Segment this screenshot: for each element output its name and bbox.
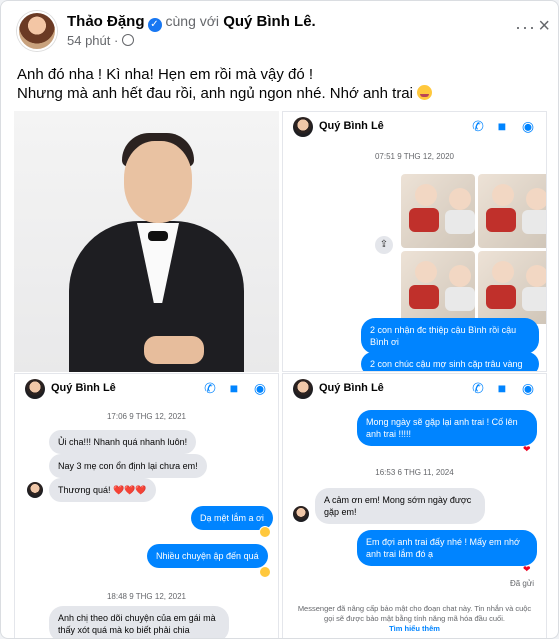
chat-screenshot-3[interactable]: Quý Bình Lê ✆ ■ ◉ Mong ngày sẽ gặp lại a… [282,373,547,638]
close-icon[interactable]: × [538,15,550,38]
post-line-2: Nhưng mà anh hết đau rồi, anh ngủ ngon n… [17,85,413,102]
post-header: Thảo Đặng ✓ cùng với Quý Bình Lê. 54 phút … [17,11,550,55]
messenger-icon: ◉ [521,118,535,134]
face-shape [124,141,192,223]
reaction-icon [259,526,271,538]
contact-avatar [293,379,313,399]
post-text: Anh đó nha ! Kì nha! Hẹn em rồi mà vậy đ… [17,65,537,103]
heart-reaction-icon: ❤ [523,564,531,574]
portrait-photo[interactable] [14,111,279,372]
with-text: cùng với [165,13,220,29]
message-in: A cảm ơn em! Mong sớm ngày được gặp em! [315,488,485,524]
phone-icon: ✆ [204,380,216,396]
message-out: Mong ngày sẽ gặp lại anh trai ! Cố lên a… [357,410,537,446]
hand-shape [144,336,204,364]
messenger-icon: ◉ [253,380,267,396]
heart-reaction-icon: ❤ [523,444,531,454]
video-icon: ■ [229,380,239,396]
chat-header-2: Quý Bình Lê ✆ ■ ◉ [15,374,278,402]
message-in: Thương quá! ❤️❤️❤️ [49,478,156,502]
timestamp: 07:51 9 THG 12, 2020 [374,152,455,161]
bowtie-shape [148,231,168,241]
phone-icon: ✆ [472,380,484,396]
author-avatar[interactable] [17,11,57,51]
crying-face-icon [417,85,433,100]
message-out: 2 con chúc cậu mợ sinh cặp trâu vàng [361,352,539,371]
chat-screenshot-2[interactable]: Quý Bình Lê ✆ ■ ◉ 17:06 9 THG 12, 2021 Ủ… [14,373,279,638]
message-out: 2 con nhận đc thiệp cậu Bình rồi cậu Bìn… [361,318,539,354]
contact-name: Quý Bình Lê [319,382,384,394]
timestamp: 17:06 9 THG 12, 2021 [106,412,187,421]
chat-header-3: Quý Bình Lê ✆ ■ ◉ [283,374,546,402]
video-icon: ■ [497,380,507,396]
timestamp: 16:53 6 THG 11, 2024 [375,468,454,477]
timestamp: 18:48 9 THG 12, 2021 [106,592,187,601]
message-out: Em đợi anh trai đấy nhé ! Mấy em nhớ anh… [357,530,537,566]
author-name[interactable]: Thảo Đặng [67,13,145,30]
post-line-1: Anh đó nha ! Kì nha! Hẹn em rồi mà vậy đ… [17,66,314,83]
message-in: Anh chị theo dõi chuyện của em gái mà th… [49,606,229,638]
learn-more-link[interactable]: Tìm hiểu thêm [389,624,440,633]
contact-avatar [293,117,313,137]
notice-text: Messenger đã nâng cấp bảo mật cho đoạn c… [297,604,532,623]
post-meta: 54 phút · [67,33,135,48]
contact-name: Quý Bình Lê [319,120,384,132]
message-in: Nay 3 mẹ con ổn định lại chưa em! [49,454,207,478]
message-in: Ủi cha!!! Nhanh quá nhanh luôn! [49,430,197,454]
chat-screenshot-1[interactable]: Quý Bình Lê ✆ ■ ◉ 07:51 9 THG 12, 2020 ⇪… [282,111,547,372]
sent-status: Đã gửi [509,579,534,588]
contact-avatar [25,379,45,399]
video-icon: ■ [497,118,507,134]
globe-icon [122,34,135,46]
post-time[interactable]: 54 phút · [67,33,118,48]
reaction-icon [259,566,271,578]
contact-avatar-small [293,506,309,522]
chat-header-1: Quý Bình Lê ✆ ■ ◉ [283,112,546,140]
phone-icon: ✆ [472,118,484,134]
contact-name: Quý Bình Lê [51,382,116,394]
more-options-icon[interactable]: ··· [515,17,536,38]
share-icon: ⇪ [375,236,393,254]
facebook-post: Thảo Đặng ✓ cùng với Quý Bình Lê. 54 phút … [0,0,559,639]
tagged-name[interactable]: Quý Bình Lê. [223,13,316,30]
message-out: Nhiều chuyện ập đến quá [147,544,268,568]
author-line: Thảo Đặng ✓ cùng với Quý Bình Lê. [67,13,316,32]
post-line-2-row: Nhưng mà anh hết đau rồi, anh ngủ ngon n… [17,84,537,103]
messenger-icon: ◉ [521,380,535,396]
verified-badge-icon: ✓ [147,18,162,32]
baby-photos-grid [401,174,546,324]
encryption-notice: Messenger đã nâng cấp bảo mật cho đoạn c… [295,604,534,634]
contact-avatar-small [27,482,43,498]
